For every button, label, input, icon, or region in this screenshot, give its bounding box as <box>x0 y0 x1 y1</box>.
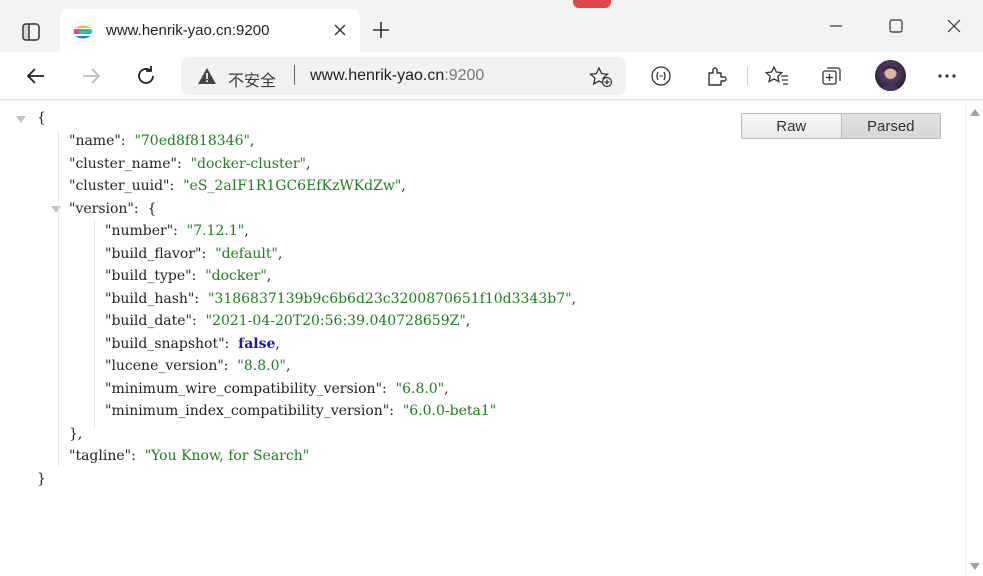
tab-strip: www.henrik-yao.cn:9200 <box>0 0 983 52</box>
scrollbar[interactable] <box>965 101 983 576</box>
json-line: "version": { <box>69 201 157 217</box>
maximize-icon[interactable] <box>884 14 908 38</box>
json-line: { <box>37 110 46 126</box>
warning-icon[interactable] <box>197 67 217 85</box>
json-line: } <box>37 471 46 487</box>
toolbar-divider <box>747 67 748 85</box>
url-port: :9200 <box>444 67 485 84</box>
avatar[interactable] <box>875 60 906 91</box>
address-separator <box>294 65 295 85</box>
browser-tab[interactable]: www.henrik-yao.cn:9200 <box>60 9 360 52</box>
sidebar-icon[interactable] <box>18 19 44 45</box>
json-line: "tagline": "You Know, for Search" <box>69 448 310 464</box>
more-icon[interactable] <box>933 62 961 90</box>
json-line: "lucene_version": "8.8.0", <box>105 358 291 374</box>
json-line: "cluster_name": "docker-cluster", <box>69 156 311 172</box>
insecure-label: 不安全 <box>228 73 277 90</box>
refresh-icon[interactable] <box>132 62 160 90</box>
address-bar[interactable]: 不安全 www.henrik-yao.cn:9200 <box>181 57 626 95</box>
json-line: "minimum_index_compatibility_version": "… <box>105 403 497 419</box>
browser-toolbar: 不安全 www.henrik-yao.cn:9200 <box>0 52 983 100</box>
close-icon[interactable] <box>332 22 348 38</box>
close-window-icon[interactable] <box>942 14 966 38</box>
favorite-add-icon[interactable] <box>588 66 613 88</box>
tab-title: www.henrik-yao.cn:9200 <box>106 22 270 39</box>
json-line: "build_flavor": "default", <box>105 246 283 262</box>
json-line: "name": "70ed8f818346", <box>69 133 255 149</box>
window-accent <box>573 0 611 8</box>
json-line: "cluster_uuid": "eS_2aIF1R1GC6EfKzWKdZw"… <box>69 178 406 194</box>
collections-icon[interactable] <box>818 62 846 90</box>
json-line: "build_snapshot": false, <box>105 336 280 352</box>
view-toggle: Raw Parsed <box>741 113 941 139</box>
scroll-down-icon[interactable] <box>970 563 980 570</box>
minimize-icon[interactable] <box>824 14 848 38</box>
json-line: "build_date": "2021-04-20T20:56:39.04072… <box>105 313 471 329</box>
raw-button[interactable]: Raw <box>742 114 841 138</box>
url-text[interactable]: www.henrik-yao.cn:9200 <box>310 67 484 85</box>
url-host: www.henrik-yao.cn <box>310 67 445 84</box>
json-line: "build_hash": "3186837139b9c6b6d23c32008… <box>105 291 577 307</box>
parsed-button[interactable]: Parsed <box>840 114 940 138</box>
json-line: "number": "7.12.1", <box>105 223 249 239</box>
json-line: "minimum_wire_compatibility_version": "6… <box>105 381 449 397</box>
json-viewer: Raw Parsed { "name": "70ed8f818346", "cl… <box>0 101 965 576</box>
plus-icon[interactable] <box>369 18 393 42</box>
collapse-root-icon[interactable] <box>16 116 26 123</box>
indent-guide <box>58 131 59 466</box>
collapse-version-icon[interactable] <box>51 206 61 213</box>
json-line: }, <box>69 426 83 442</box>
back-icon[interactable] <box>22 62 50 90</box>
elastic-favicon <box>72 21 94 43</box>
forward-icon[interactable] <box>77 62 105 90</box>
indent-guide <box>94 219 95 429</box>
scroll-up-icon[interactable] <box>970 109 980 116</box>
reader-icon[interactable] <box>647 62 675 90</box>
extensions-icon[interactable] <box>702 62 730 90</box>
favorites-icon[interactable] <box>763 62 791 90</box>
json-line: "build_type": "docker", <box>105 268 272 284</box>
